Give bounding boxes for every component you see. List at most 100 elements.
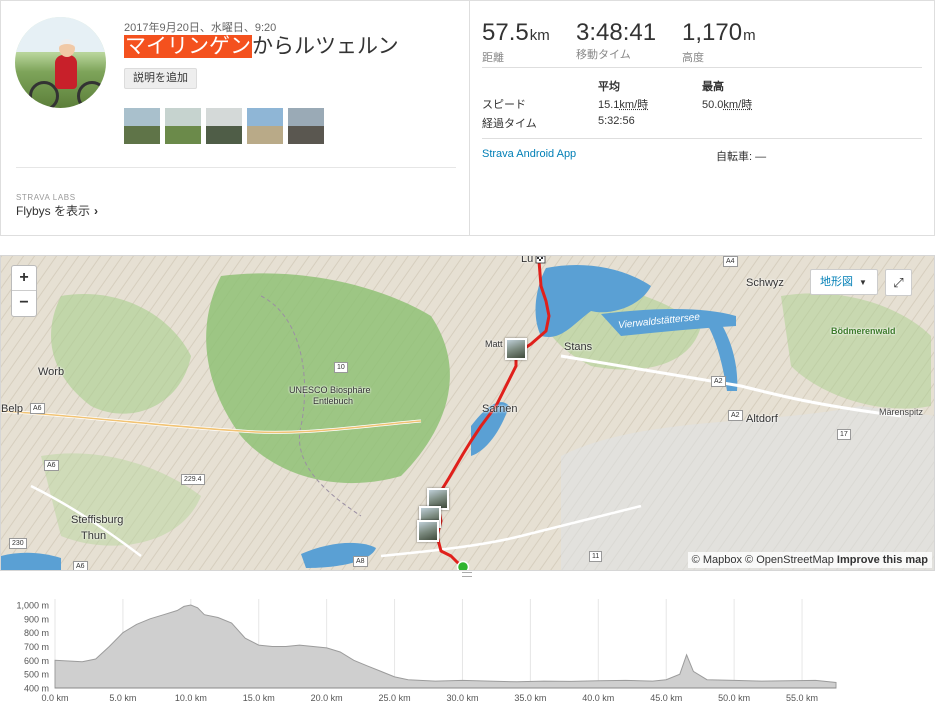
map-type-label: 地形図 [820, 276, 853, 288]
map-photo-marker[interactable] [417, 520, 439, 542]
map-type-dropdown[interactable]: 地形図 ▼ [810, 269, 878, 295]
y-tick-label: 1,000 m [16, 601, 49, 611]
elevation-unit: m [743, 27, 756, 44]
place-label-stans: Stans [564, 341, 593, 353]
place-label-thun: Thun [81, 530, 107, 542]
moving-time-value: 3:48:41 [576, 19, 657, 46]
divider [482, 138, 922, 139]
athlete-avatar[interactable] [15, 17, 106, 108]
place-label-steffisburg: Steffisburg [71, 514, 124, 526]
improve-map-link[interactable]: Improve this map [837, 554, 928, 566]
place-label-worb: Worb [38, 366, 65, 378]
activity-summary-card: 2017年9月20日、水曜日、9:20 マイリンゲンからルツェルン 説明を追加 … [0, 0, 935, 236]
flybys-link[interactable]: Flybys を表示 › [16, 202, 98, 219]
place-label-luzern: Lu [521, 255, 534, 265]
zoom-in-button[interactable]: + [12, 266, 36, 291]
place-label-unesco: UNESCO Biosphäre [289, 385, 371, 395]
activity-title[interactable]: マイリンゲンからルツェルン [124, 34, 399, 60]
photo-thumbnail[interactable] [247, 108, 283, 144]
stat-distance: 57.5km 距離 [482, 19, 550, 65]
caret-down-icon: ▼ [859, 278, 867, 287]
y-tick-label: 800 m [24, 628, 49, 638]
route-map[interactable]: Lu Schwyz Stans Worb Belp Sarnen Altdorf… [0, 255, 935, 571]
road-shield: 10 [334, 362, 348, 373]
x-tick-label: 45.0 km [650, 693, 682, 703]
road-shield: A6 [30, 403, 45, 414]
x-tick-label: 25.0 km [379, 693, 411, 703]
distance-value: 57.5 [482, 19, 529, 46]
chevron-right-icon: › [94, 204, 99, 218]
mapbox-attribution-link[interactable]: © Mapbox [692, 554, 742, 566]
fullscreen-icon: ⤢ [893, 275, 904, 290]
map-terrain [1, 256, 934, 570]
place-label-marenspitz: Märenspitz [879, 407, 924, 417]
place-label-schwyz: Schwyz [746, 277, 784, 289]
stat-elevation: 1,170m 高度 [682, 19, 756, 65]
add-description-button[interactable]: 説明を追加 [124, 68, 197, 89]
place-label-sarnen: Sarnen [482, 403, 518, 415]
y-tick-label: 600 m [24, 656, 49, 666]
elevation-area [54, 604, 837, 689]
divider [16, 167, 456, 168]
x-tick-label: 30.0 km [446, 693, 478, 703]
road-shield: A6 [73, 561, 88, 570]
road-shield: 229.4 [181, 474, 205, 485]
x-tick-label: 35.0 km [514, 693, 546, 703]
column-header-max: 最高 [702, 81, 724, 93]
moving-time-label: 移動タイム [576, 49, 631, 61]
x-tick-label: 15.0 km [243, 693, 275, 703]
x-tick-label: 10.0 km [175, 693, 207, 703]
road-shield: 17 [837, 429, 851, 440]
map-resize-handle[interactable] [0, 571, 935, 579]
road-shield: A2 [728, 410, 743, 421]
y-tick-label: 900 m [24, 614, 49, 624]
x-tick-label: 5.0 km [109, 693, 136, 703]
activity-stats: 57.5km 距離 3:48:41 移動タイム 1,170m 高度 平均 最高 … [469, 1, 935, 235]
y-tick-label: 700 m [24, 642, 49, 652]
place-label-belp: Belp [1, 403, 24, 415]
photo-thumbnail[interactable] [288, 108, 324, 144]
column-header-average: 平均 [598, 81, 620, 93]
zoom-out-button[interactable]: − [12, 291, 36, 316]
elevation-label: 高度 [682, 52, 704, 64]
flybys-label: Flybys を表示 [16, 204, 91, 218]
y-axis-ticks: 1,000 m 900 m 800 m 700 m 600 m 500 m 400 m [16, 601, 49, 694]
road-shield: A8 [353, 556, 368, 567]
fullscreen-button[interactable]: ⤢ [885, 269, 912, 296]
activity-date: 2017年9月20日、水曜日、9:20 [124, 22, 277, 34]
place-label-entlebuch: Entlebuch [313, 396, 354, 406]
photo-thumbnail[interactable] [206, 108, 242, 144]
activity-info: 2017年9月20日、水曜日、9:20 マイリンゲンからルツェルン 説明を追加 … [1, 1, 469, 235]
map-photo-marker[interactable] [505, 338, 527, 360]
osm-attribution-link[interactable]: © OpenStreetMap [745, 554, 834, 566]
avg-speed: 15.1km/時 [598, 99, 649, 111]
zoom-control: + − [11, 265, 37, 317]
road-shield: 230 [9, 538, 27, 549]
row-label-elapsed-time: 経過タイム [482, 118, 537, 130]
x-tick-label: 55.0 km [786, 693, 818, 703]
x-tick-label: 50.0 km [718, 693, 750, 703]
elapsed-time-value: 5:32:56 [598, 115, 635, 127]
photo-strip [124, 108, 324, 144]
max-speed: 50.0km/時 [702, 99, 753, 111]
divider [482, 67, 922, 68]
grip-icon [462, 572, 472, 577]
stat-moving-time: 3:48:41 移動タイム [576, 19, 656, 62]
x-tick-label: 20.0 km [311, 693, 343, 703]
x-axis-ticks: 0.0 km 5.0 km 10.0 km 15.0 km 20.0 km 25.0 km… [41, 687, 836, 703]
row-label-speed: スピード [482, 99, 526, 111]
distance-unit: km [529, 27, 550, 44]
activity-title-highlight: マイリンゲン [124, 35, 252, 58]
photo-thumbnail[interactable] [165, 108, 201, 144]
y-tick-label: 500 m [24, 670, 49, 680]
elevation-chart[interactable]: 1,000 m 900 m 800 m 700 m 600 m 500 m 400 m 0.… [0, 590, 935, 719]
road-shield: A2 [711, 376, 726, 387]
elevation-value: 1,170 [682, 19, 743, 46]
place-label-altdorf: Altdorf [746, 413, 778, 425]
road-shield: A6 [44, 460, 59, 471]
x-tick-label: 40.0 km [582, 693, 614, 703]
device-app-link[interactable]: Strava Android App [482, 148, 576, 160]
activity-title-rest: からルツェルン [252, 35, 399, 58]
place-label-matt: Matt [485, 339, 503, 349]
photo-thumbnail[interactable] [124, 108, 160, 144]
